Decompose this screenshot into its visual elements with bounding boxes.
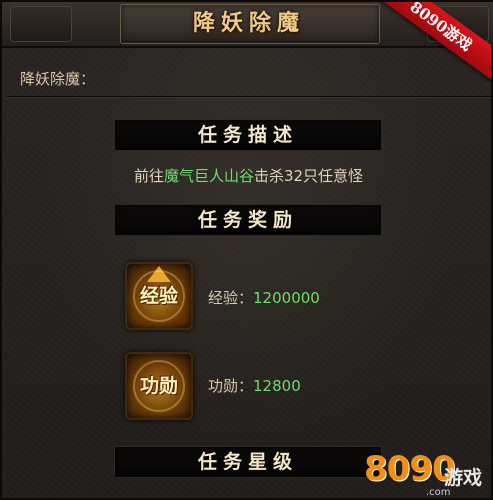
task-description: 前往魔气巨人山谷击杀32只任意怪 — [2, 165, 493, 186]
reward-merit-label: 功勋： — [208, 377, 254, 395]
description-header: 任务描述 — [114, 119, 382, 151]
site-logo: 8090 游戏 .com — [364, 449, 493, 499]
reward-merit: 功勋：12800 — [208, 375, 301, 396]
left-ornament — [10, 6, 72, 42]
reward-experience-value: 1200000 — [253, 289, 320, 307]
reward-merit-value: 12800 — [253, 377, 301, 395]
rewards-header-text: 任务奖励 — [197, 209, 298, 231]
description-prefix: 前往 — [133, 167, 164, 185]
reward-experience: 经验：1200000 — [208, 287, 320, 308]
description-location[interactable]: 魔气巨人山谷 — [164, 167, 254, 185]
logo-url: .com — [426, 487, 451, 498]
rating-header-text: 任务星级 — [197, 451, 298, 473]
rewards-header: 任务奖励 — [114, 204, 382, 236]
logo-name: 游戏 — [444, 467, 483, 489]
task-name-label: 降妖除魔： — [20, 70, 96, 88]
rating-header: 任务星级 — [114, 446, 382, 478]
merit-icon-text: 功勋 — [139, 375, 178, 397]
task-panel: 降妖除魔 8090游戏 降妖除魔： 任务描述 前往魔气巨人山谷击杀32只任意怪 … — [0, 0, 493, 500]
description-suffix: 击杀32只任意怪 — [253, 167, 364, 185]
experience-icon[interactable]: 经验 — [125, 262, 193, 330]
experience-icon-text: 经验 — [139, 285, 178, 307]
logo-number: 8090 — [364, 449, 456, 489]
reward-experience-label: 经验： — [208, 289, 254, 307]
window-title: 降妖除魔 — [192, 10, 305, 36]
description-header-text: 任务描述 — [197, 124, 298, 146]
merit-icon[interactable]: 功勋 — [125, 352, 193, 420]
